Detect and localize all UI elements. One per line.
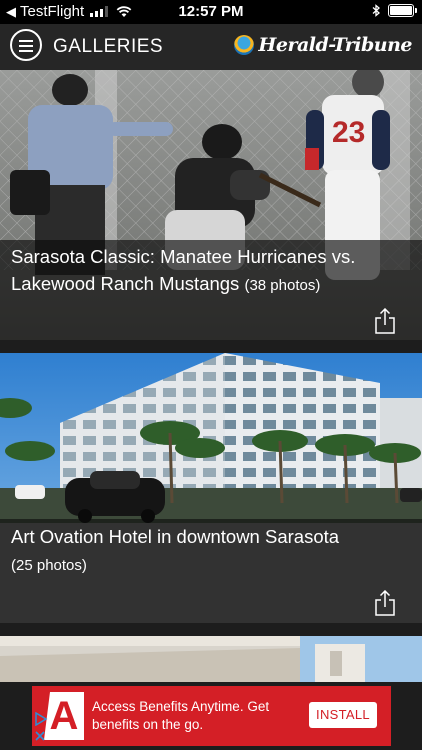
page-title: GALLERIES xyxy=(53,36,164,57)
share-icon[interactable] xyxy=(374,308,396,334)
bluetooth-icon xyxy=(372,4,380,17)
gallery-photo-building xyxy=(0,636,422,682)
menu-icon[interactable] xyxy=(10,29,42,61)
ad-close-icon[interactable] xyxy=(34,730,46,742)
app-header: GALLERIES Herald-Tribune xyxy=(0,24,422,70)
share-icon[interactable] xyxy=(374,590,396,616)
gallery-card[interactable]: 23 Sarasota Classic: Manatee Hurricanes … xyxy=(0,70,422,340)
ad-banner[interactable]: A Access Benefits Anytime. Get benefits … xyxy=(0,682,422,750)
gallery-photo-count: (38 photos) xyxy=(244,277,321,294)
brand-name: Herald-Tribune xyxy=(258,34,412,56)
gallery-photo-count: (25 photos) xyxy=(11,557,87,574)
gallery-caption: Art Ovation Hotel in downtown Sarasota (… xyxy=(11,523,411,579)
brand-logo[interactable]: Herald-Tribune xyxy=(234,34,412,56)
status-bar: ◀ TestFlight 12:57 PM xyxy=(0,0,422,24)
gallery-card[interactable]: Art Ovation Hotel in downtown Sarasota (… xyxy=(0,353,422,623)
install-button[interactable]: INSTALL xyxy=(309,702,377,728)
gallery-title: Art Ovation Hotel in downtown Sarasota xyxy=(11,526,340,547)
ad-content[interactable]: A Access Benefits Anytime. Get benefits … xyxy=(32,686,391,746)
svg-text:23: 23 xyxy=(332,116,365,149)
status-time: 12:57 PM xyxy=(178,3,244,20)
battery-icon xyxy=(388,4,417,17)
sun-logo-icon xyxy=(234,35,255,55)
gallery-caption: Sarasota Classic: Manatee Hurricanes vs.… xyxy=(11,243,411,299)
ad-logo: A xyxy=(44,692,84,740)
ad-text: Access Benefits Anytime. Get benefits on… xyxy=(92,699,270,732)
gallery-card[interactable] xyxy=(0,636,422,682)
ad-choices-icon[interactable] xyxy=(34,712,48,726)
